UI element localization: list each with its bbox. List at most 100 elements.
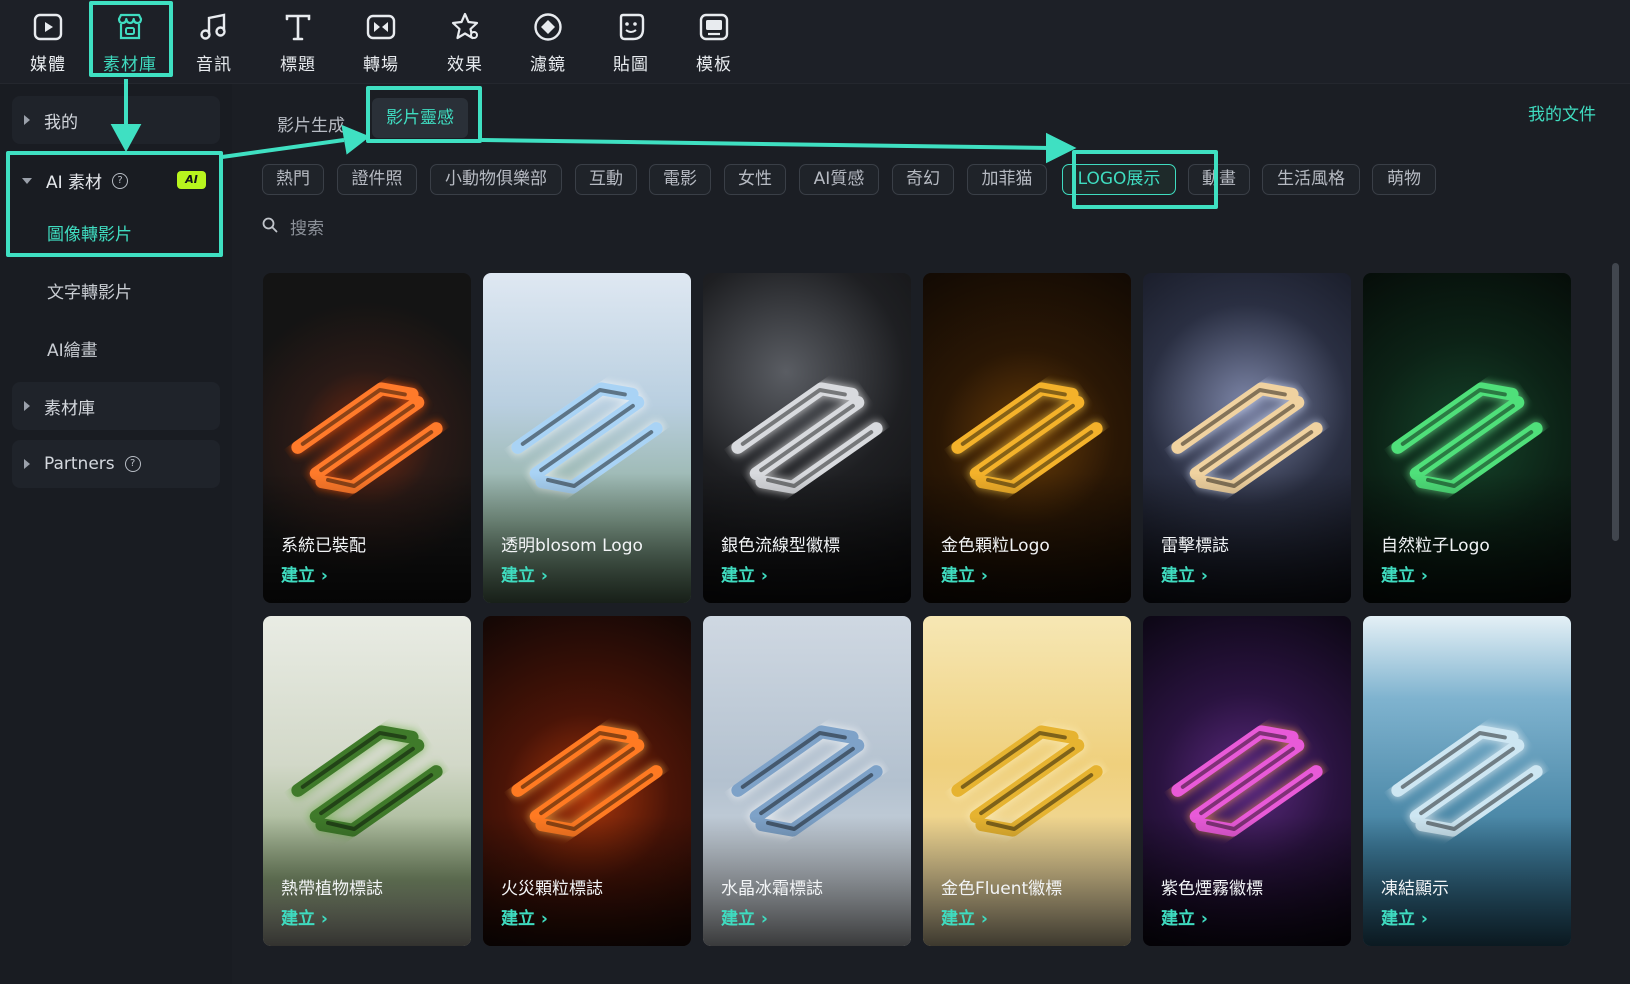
toolbar-label: 模板 [696,55,732,75]
toolbar-titles[interactable]: 標題 [260,6,336,76]
sidebar-group-partners[interactable]: Partners ? [12,440,220,488]
card-title: 自然粒子Logo [1381,536,1490,556]
card-title: 金色顆粒Logo [941,536,1050,556]
chip-female[interactable]: 女性 [724,164,786,195]
create-button[interactable]: 建立 › [281,561,328,586]
toolbar-stickers[interactable]: 貼圖 [593,6,669,76]
tab-video-generation[interactable]: 影片生成 [277,111,345,136]
toolbar-templates[interactable]: 模板 [676,6,752,76]
text-t-icon [281,10,315,44]
chip-hot[interactable]: 熱門 [262,164,324,195]
card-title: 凍結顯示 [1381,879,1449,899]
template-card[interactable]: 金色顆粒Logo 建立 › [923,273,1131,603]
scrollbar[interactable] [1612,263,1619,541]
create-button[interactable]: 建立 › [501,904,548,929]
toolbar-label: 濾鏡 [530,55,566,75]
template-card[interactable]: 自然粒子Logo 建立 › [1363,273,1571,603]
filter-icon [531,10,565,44]
template-card[interactable]: 金色Fluent徽標建立 › [923,616,1131,946]
toolbar-label: 素材庫 [103,55,157,75]
card-title: 系統已裝配 [281,536,366,556]
toolbar-label: 標題 [280,55,316,75]
create-button[interactable]: 建立 › [1161,561,1208,586]
create-button[interactable]: 建立 › [1381,904,1428,929]
card-title: 水晶冰霜標誌 [721,879,823,899]
chip-cute[interactable]: 萌物 [1372,164,1436,195]
toolbar-label: 轉場 [363,55,399,75]
card-title: 金色Fluent徽標 [941,879,1063,899]
template-card[interactable]: 熱帶植物標誌建立 › [263,616,471,946]
chip-logo-showcase[interactable]: LOGO展示 [1062,164,1176,195]
template-card[interactable]: 紫色煙霧徽標 建立 › [1143,616,1351,946]
chip-pets-club[interactable]: 小動物俱樂部 [430,164,562,195]
create-button[interactable]: 建立 › [721,904,768,929]
my-documents-link[interactable]: 我的文件 [1528,100,1596,125]
create-button[interactable]: 建立 › [941,904,988,929]
create-button[interactable]: 建立 › [1381,561,1428,586]
toolbar-media[interactable]: 媒體 [10,6,86,76]
chip-garfield[interactable]: 加菲猫 [967,164,1047,195]
chip-fantasy[interactable]: 奇幻 [892,164,954,195]
sidebar-group-label: AI 素材 [46,173,103,193]
template-card[interactable]: 火災顆粒標誌建立 › [483,616,691,946]
card-title: 銀色流線型徽標 [721,536,840,556]
card-title: 熱帶植物標誌 [281,879,383,899]
template-icon [697,10,731,44]
music-note-icon [197,10,231,44]
chip-ai-texture[interactable]: AI質感 [799,164,879,195]
expand-arrow-icon [24,115,30,125]
chip-id-photo[interactable]: 證件照 [337,164,417,195]
sidebar-group-library[interactable]: 素材庫 [12,382,220,430]
template-card[interactable]: 系統已裝配建立 › [263,273,471,603]
toolbar-filters[interactable]: 濾鏡 [510,6,586,76]
template-card[interactable]: 雷擊標誌建立 › [1143,273,1351,603]
toolbar-audio[interactable]: 音訊 [176,6,252,76]
search-placeholder: 搜索 [290,219,324,239]
create-button[interactable]: 建立 › [501,561,548,586]
toolbar-effects[interactable]: 效果 [427,6,503,76]
template-card[interactable]: 透明blosom Logo 建立 › [483,273,691,603]
toolbar-label: 媒體 [30,55,66,75]
help-icon[interactable]: ? [124,456,141,472]
toolbar-label: 貼圖 [613,55,649,75]
sidebar-group-ai-assets[interactable]: AI 素材 ? [22,168,129,193]
sidebar-group-label: 我的 [44,112,78,133]
sidebar-item-text-to-video[interactable]: 文字轉影片 [47,278,132,303]
template-card[interactable]: 水晶冰霜標誌建立 › [703,616,911,946]
top-toolbar: 媒體 素材庫 音訊 標題 轉場 效果 濾鏡 貼圖 模板 [0,0,1630,84]
chip-movie[interactable]: 電影 [649,164,711,195]
sidebar-item-ai-painting[interactable]: AI繪畫 [47,336,98,361]
card-title: 透明blosom Logo [501,536,643,556]
expand-arrow-icon [24,401,30,411]
toolbar-store[interactable]: 素材庫 [92,6,168,76]
search-bar[interactable]: 搜索 [262,214,324,239]
tab-video-inspiration[interactable]: 影片靈感 [372,98,468,138]
chip-interactive[interactable]: 互動 [575,164,637,195]
create-button[interactable]: 建立 › [281,904,328,929]
sidebar-group-label: 素材庫 [44,398,95,419]
help-icon[interactable]: ? [112,172,129,189]
card-title: 雷擊標誌 [1161,536,1229,556]
card-title: 火災顆粒標誌 [501,879,603,899]
ai-badge: AI [177,171,206,189]
expand-arrow-icon [24,459,30,469]
chip-animation[interactable]: 動畫 [1188,164,1250,195]
chip-lifestyle[interactable]: 生活風格 [1262,164,1360,195]
collapse-arrow-icon [22,177,32,184]
template-card[interactable]: 凍結顯示建立 › [1363,616,1571,946]
sidebar: 我的 AI 素材 ? AI 圖像轉影片 文字轉影片 AI繪畫 素材庫 Partn… [0,84,232,984]
create-button[interactable]: 建立 › [721,561,768,586]
search-icon [262,217,278,237]
create-button[interactable]: 建立 › [1161,904,1208,929]
toolbar-label: 音訊 [196,55,232,75]
sidebar-item-image-to-video[interactable]: 圖像轉影片 [47,220,132,245]
transition-icon [364,10,398,44]
media-icon [31,10,65,44]
create-button[interactable]: 建立 › [941,561,988,586]
store-icon [113,10,147,44]
sticker-icon [614,10,648,44]
template-card[interactable]: 銀色流線型徽標建立 › [703,273,911,603]
sidebar-group-my[interactable]: 我的 [12,96,220,144]
sidebar-group-label: Partners [44,454,115,474]
toolbar-transitions[interactable]: 轉場 [343,6,419,76]
